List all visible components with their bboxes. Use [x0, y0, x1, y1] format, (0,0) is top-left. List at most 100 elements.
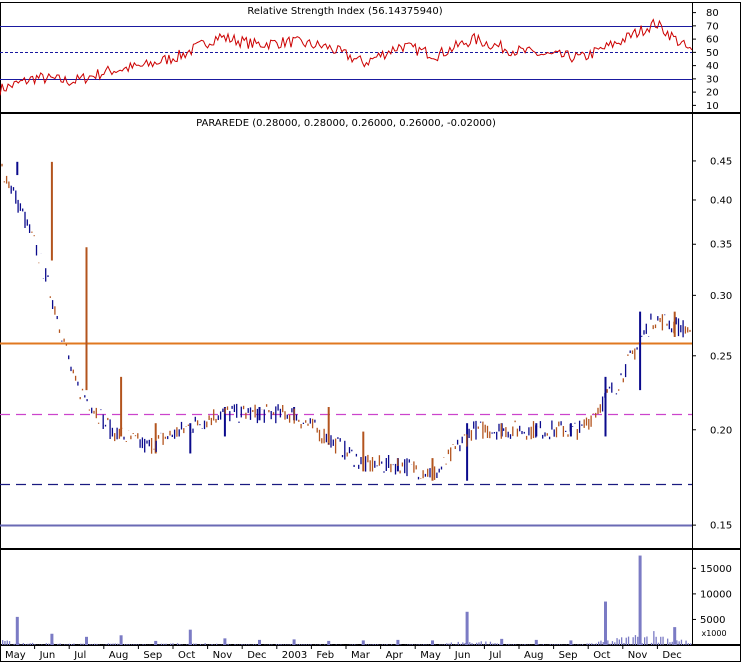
- volume-daily-bar: [446, 643, 447, 645]
- volume-daily-bar: [559, 644, 560, 645]
- price-tick-label: 0.45: [710, 156, 732, 167]
- volume-daily-bar: [603, 642, 604, 645]
- volume-daily-bar: [301, 644, 302, 645]
- volume-daily-bar: [211, 644, 212, 645]
- volume-daily-bar: [651, 643, 652, 645]
- volume-bar-Jun: [50, 634, 53, 645]
- volume-daily-bar: [131, 644, 132, 645]
- volume-daily-bar: [623, 643, 624, 645]
- volume-daily-bar: [409, 644, 410, 645]
- volume-daily-bar: [679, 641, 680, 645]
- rsi-tick-label: 40: [706, 61, 719, 72]
- volume-bar-2003: [293, 639, 296, 645]
- volume-daily-bar: [448, 644, 449, 645]
- volume-daily-bar: [14, 644, 15, 645]
- volume-daily-bar: [688, 643, 689, 645]
- volume-daily-bar: [255, 644, 256, 645]
- volume-daily-bar: [610, 644, 611, 645]
- time-tick-label: May: [5, 650, 26, 661]
- volume-daily-bar: [481, 641, 482, 645]
- volume-daily-bar: [244, 644, 245, 645]
- volume-daily-bar: [497, 644, 498, 646]
- volume-daily-bar: [508, 644, 509, 645]
- volume-daily-bar: [182, 645, 183, 646]
- chart-canvas: 1020304050607080 0.150.200.250.300.350.4…: [0, 0, 741, 663]
- volume-daily-bar: [69, 644, 70, 645]
- volume-daily-bar: [382, 644, 383, 645]
- time-tick-label: Apr: [386, 650, 404, 661]
- volume-daily-bar: [193, 644, 194, 645]
- volume-daily-bar: [94, 644, 95, 645]
- volume-daily-bar: [66, 644, 67, 645]
- volume-daily-bar: [377, 644, 378, 645]
- volume-daily-bar: [653, 631, 654, 645]
- volume-daily-bar: [370, 645, 371, 646]
- volume-daily-bar: [407, 645, 408, 646]
- volume-daily-bar: [400, 645, 401, 646]
- volume-daily-bar: [672, 642, 673, 645]
- volume-daily-bar: [80, 644, 81, 645]
- volume-daily-bar: [577, 644, 578, 645]
- volume-daily-bar: [195, 644, 196, 645]
- time-tick-label: Jul: [73, 650, 86, 661]
- volume-daily-bar: [60, 644, 61, 646]
- volume-daily-bar: [124, 644, 125, 645]
- volume-daily-bar: [170, 644, 171, 645]
- volume-daily-bar: [85, 644, 86, 645]
- volume-daily-bar: [633, 637, 634, 645]
- volume-daily-bar: [366, 644, 367, 645]
- volume-daily-bar: [511, 645, 512, 646]
- volume-daily-bar: [2, 640, 3, 645]
- volume-daily-bar: [439, 644, 440, 645]
- volume-bar-Apr: [396, 640, 399, 645]
- price-title: PARAREDE (0.28000, 0.28000, 0.26000, 0.2…: [196, 118, 496, 129]
- volume-daily-bar: [352, 644, 353, 645]
- volume-daily-bar: [7, 641, 8, 646]
- volume-daily-bar: [142, 644, 143, 645]
- rsi-title: Relative Strength Index (56.14375940): [247, 6, 442, 17]
- volume-daily-bar: [225, 645, 226, 646]
- volume-daily-bar: [57, 644, 58, 645]
- volume-daily-bar: [4, 641, 5, 645]
- volume-daily-bar: [619, 640, 620, 646]
- volume-daily-bar: [228, 644, 229, 645]
- volume-bar-Mar: [362, 640, 365, 645]
- volume-daily-bar: [106, 644, 107, 645]
- price-tick-label: 0.25: [710, 351, 732, 362]
- volume-daily-bar: [177, 643, 178, 645]
- volume-daily-bar: [554, 644, 555, 645]
- volume-bar-Aug: [535, 640, 538, 645]
- volume-daily-bar: [488, 644, 489, 645]
- volume-daily-bar: [596, 644, 597, 646]
- volume-unit-label: x1000: [701, 629, 726, 638]
- volume-daily-bar: [591, 643, 592, 645]
- volume-daily-bar: [598, 642, 599, 645]
- volume-daily-bar: [145, 644, 146, 645]
- volume-daily-bar: [515, 645, 516, 646]
- time-tick-label: Aug: [109, 650, 129, 661]
- volume-daily-bar: [248, 644, 249, 645]
- volume-bar-Nov: [639, 556, 642, 645]
- volume-daily-bar: [587, 644, 588, 646]
- rsi-tick-label: 80: [706, 8, 719, 19]
- volume-daily-bar: [50, 644, 51, 645]
- volume-tick-label: 5000: [700, 615, 725, 626]
- volume-daily-bar: [626, 638, 627, 645]
- stock-chart: 1020304050607080 0.150.200.250.300.350.4…: [0, 0, 741, 663]
- volume-daily-bar: [129, 644, 130, 645]
- volume-daily-bar: [278, 644, 279, 645]
- volume-daily-bar: [92, 644, 93, 645]
- price-tick-label: 0.30: [710, 291, 732, 302]
- volume-daily-bar: [442, 645, 443, 646]
- volume-daily-bar: [172, 643, 173, 645]
- volume-daily-bar: [25, 644, 26, 645]
- volume-daily-bar: [656, 637, 657, 645]
- volume-daily-bar: [154, 644, 155, 645]
- volume-daily-bar: [27, 644, 28, 645]
- volume-daily-bar: [34, 644, 35, 645]
- volume-daily-bar: [469, 642, 470, 645]
- volume-daily-bar: [467, 642, 468, 646]
- volume-daily-bar: [163, 644, 164, 645]
- rsi-tick-label: 20: [706, 88, 719, 99]
- volume-daily-bar: [96, 644, 97, 645]
